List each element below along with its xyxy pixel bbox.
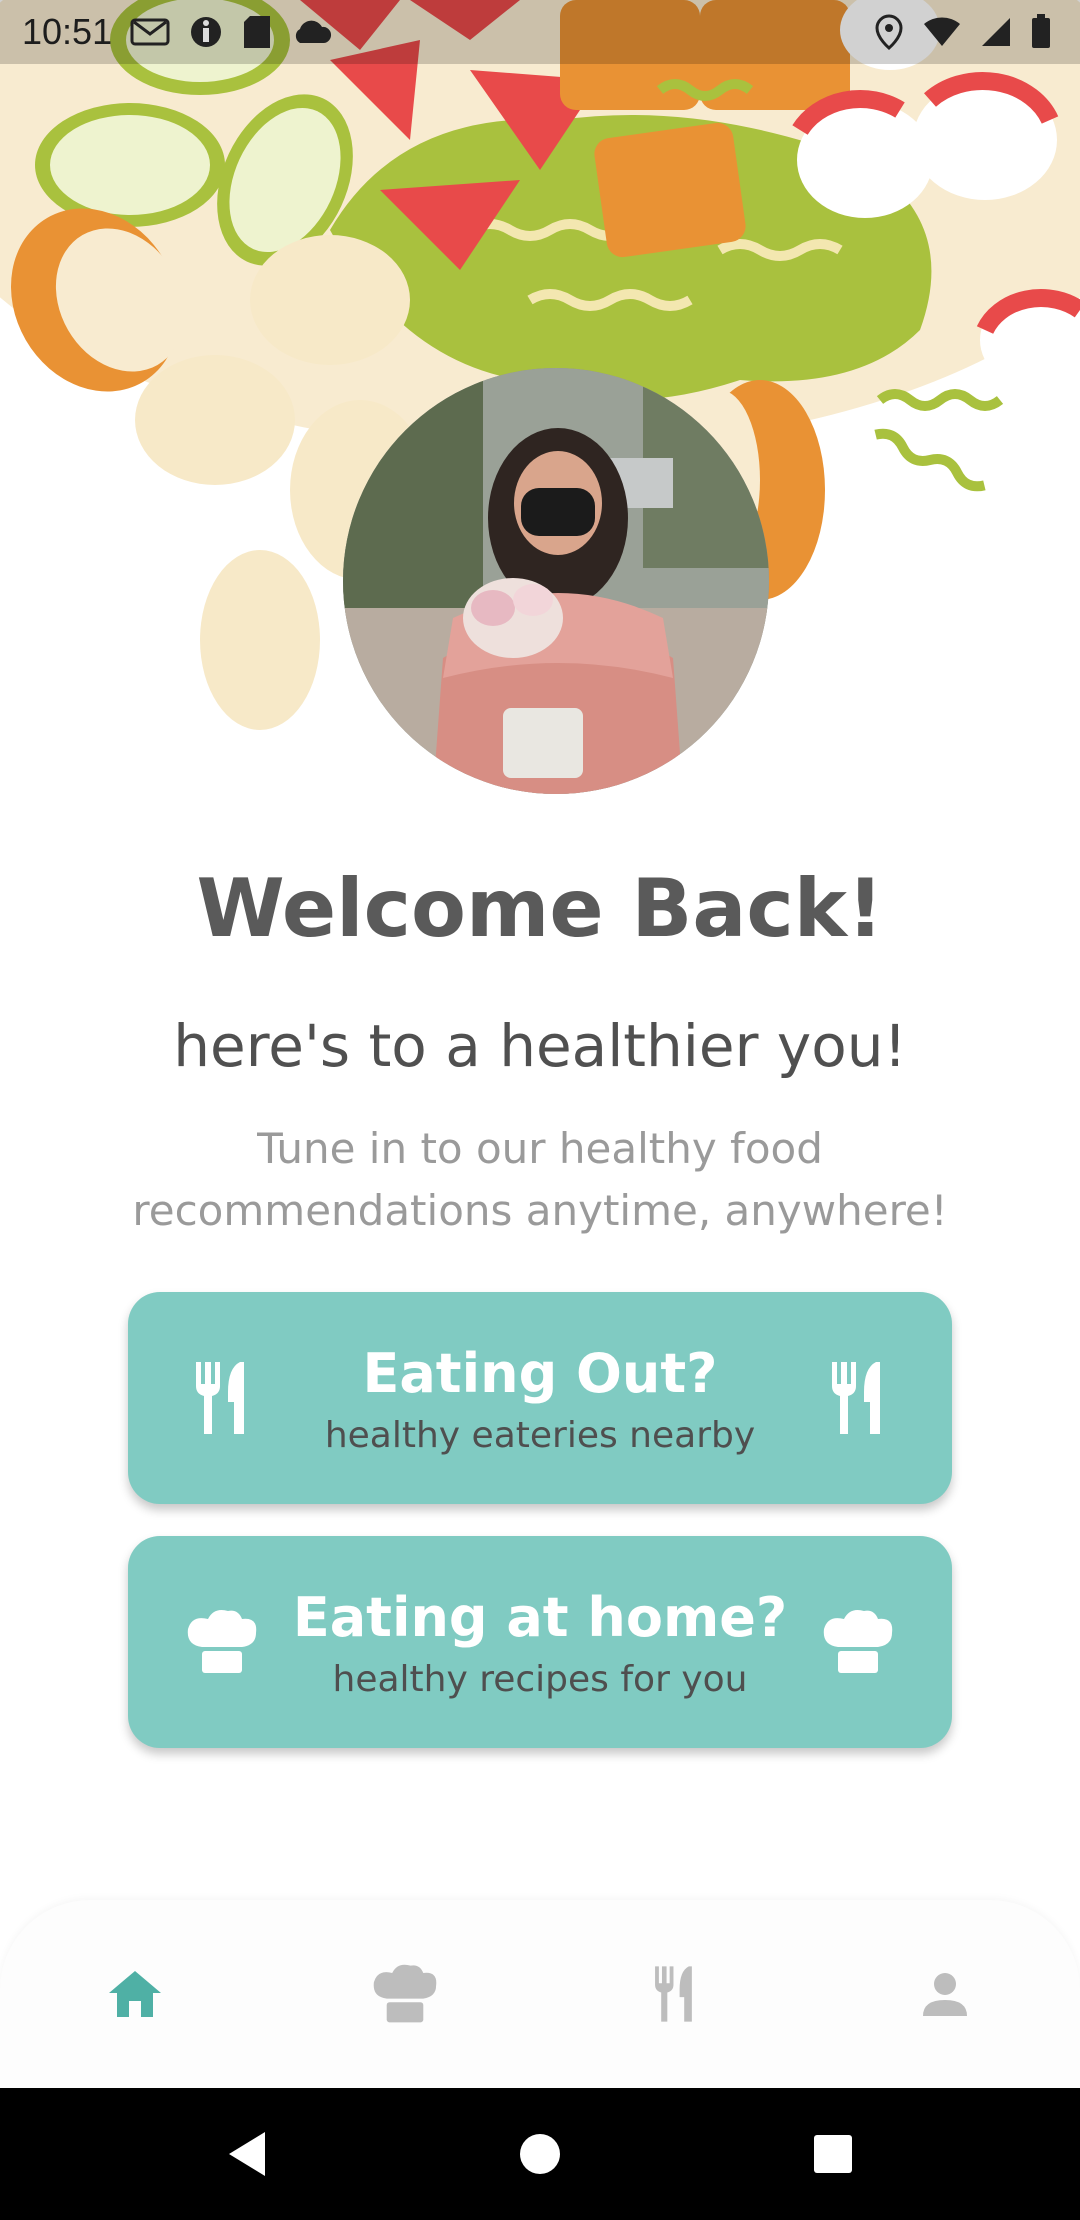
eating-at-home-button[interactable]: Eating at home? healthy recipes for you [128,1536,952,1748]
eating-at-home-subtitle: healthy recipes for you [332,1658,748,1700]
cloud-icon [295,20,332,43]
chef-hat-icon [373,1964,437,2023]
eating-at-home-title: Eating at home? [292,1585,788,1649]
fork-knife-icon [820,1360,896,1436]
nav-eateries[interactable] [615,1934,735,2054]
home-icon [109,1971,161,2017]
welcome-title: Welcome Back! [196,862,884,955]
wifi-icon [924,17,960,46]
recents-button[interactable] [788,2109,878,2199]
back-button[interactable] [202,2109,292,2199]
status-bar: 10:51 [0,0,1080,64]
profile-avatar [343,368,769,794]
bottom-navigation [0,1900,1080,2088]
signal-icon [982,18,1010,46]
back-triangle-icon [228,2132,265,2176]
welcome-subtitle: here's to a healthier you! [173,1012,907,1080]
info-icon [191,17,222,47]
eating-out-subtitle: healthy eateries nearby [324,1414,756,1456]
nav-recipes[interactable] [345,1934,465,2054]
home-button[interactable] [495,2109,585,2199]
nav-profile[interactable] [885,1934,1005,2054]
sd-card-icon [244,16,271,48]
battery-icon [1032,14,1050,48]
home-circle-icon [519,2134,560,2174]
chef-hat-icon [184,1604,260,1680]
location-icon [875,14,903,50]
recents-square-icon [814,2135,853,2173]
eating-out-title: Eating Out? [362,1341,718,1405]
status-time: 10:51 [22,11,113,52]
chef-hat-icon [820,1604,896,1680]
nav-home[interactable] [75,1934,195,2054]
gmail-icon [130,18,170,46]
welcome-description: Tune in to our healthy food recommendati… [132,1124,948,1235]
fork-knife-icon [655,1966,692,2022]
person-icon [923,1973,967,2016]
eating-out-button[interactable]: Eating Out? healthy eateries nearby [128,1292,952,1504]
fork-knife-icon [184,1360,260,1436]
system-navigation-bar [0,2088,1080,2220]
